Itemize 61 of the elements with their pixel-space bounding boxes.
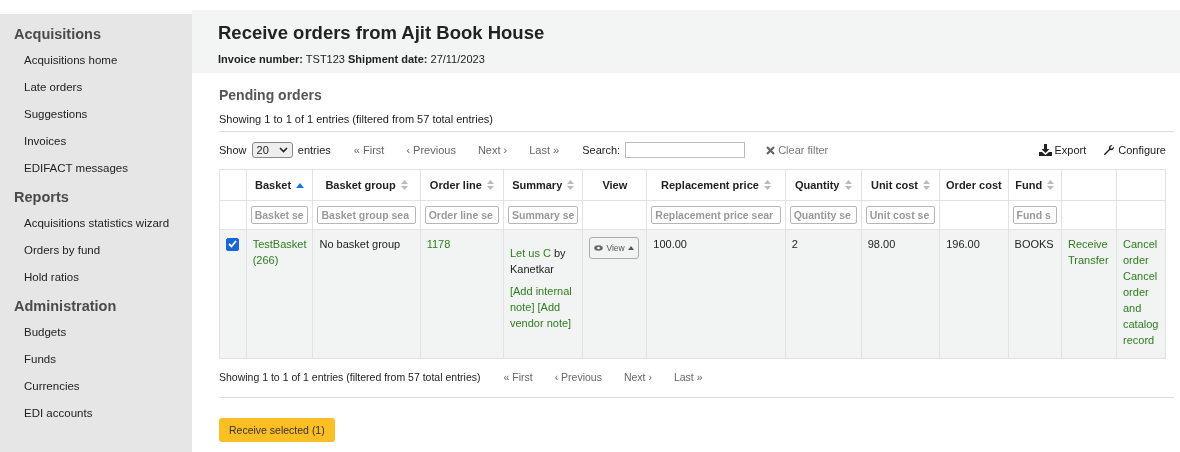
pagination-link[interactable]: ‹ Previous (554, 371, 602, 383)
action-link[interactable]: Transfer (1068, 252, 1110, 268)
configure-link[interactable]: Configure (1103, 144, 1166, 156)
pagination-link[interactable]: « First (353, 144, 385, 156)
sidebar-link[interactable]: Funds (24, 353, 192, 365)
column-header[interactable]: View (602, 179, 628, 191)
close-icon (766, 145, 776, 155)
sidebar-heading: Acquisitions (14, 26, 102, 42)
column-header[interactable]: Fund (1015, 179, 1043, 191)
wrench-icon (1103, 144, 1116, 156)
action-link[interactable]: Receive (1068, 236, 1110, 252)
sidebar-heading: Administration (14, 298, 118, 314)
entries-info: Showing 1 to 1 of 1 entries (filtered from 57 total entries) (219, 371, 481, 383)
table-cell: 2 (791, 238, 798, 250)
pagination-link[interactable]: « First (503, 371, 533, 383)
entries-label: entries (297, 144, 331, 156)
pagination-link[interactable]: Last » (529, 144, 560, 156)
sidebar-link[interactable]: Acquisitions home (24, 54, 192, 66)
title-link[interactable]: Let us C (509, 247, 551, 259)
sidebar-link[interactable]: EDI accounts (24, 407, 192, 419)
sidebar-link[interactable]: EDIFACT messages (24, 162, 192, 174)
section-heading: Pending orders (219, 87, 323, 103)
table-cell: 100.00 (653, 238, 687, 250)
pagination-link[interactable]: ‹ Previous (406, 144, 456, 156)
sidebar-link[interactable]: Budgets (24, 326, 192, 338)
search-label: Search: (582, 144, 621, 156)
caret-up-icon (627, 246, 634, 250)
cancel-link[interactable]: Cancel order and catalog record (1123, 268, 1159, 348)
summary-text: Let us C by Kanetkar (509, 246, 567, 277)
sidebar-link[interactable]: Currencies (24, 380, 192, 392)
search-field[interactable] (625, 142, 746, 158)
invoice-details: Invoice number: TST123 Shipment date: 27/11/2023 (218, 53, 486, 65)
sidebar-link[interactable]: Invoices (24, 135, 192, 147)
receive-selected-button[interactable]: Receive selected (1) (219, 418, 335, 442)
table-cell: No basket group (319, 238, 401, 250)
export-link[interactable]: Export (1038, 144, 1087, 156)
sidebar-link[interactable]: Hold ratios (24, 271, 192, 283)
chevron-down-icon (278, 147, 288, 153)
table-cell: 196.00 (946, 238, 980, 250)
cancel-link[interactable]: Cancel order (1123, 236, 1159, 268)
sidebar-link[interactable]: Orders by fund (24, 244, 192, 256)
sidebar-link[interactable]: Acquisitions statistics wizard (24, 217, 192, 229)
view-dropdown-button[interactable]: View (589, 237, 639, 259)
pagination-link[interactable]: Next › (477, 144, 508, 156)
sidebar-heading: Reports (14, 189, 70, 205)
table-cell: 98.00 (867, 238, 896, 250)
row-checkbox[interactable] (226, 237, 239, 251)
order-line-link[interactable]: 1178 (426, 238, 451, 250)
eye-icon (594, 245, 604, 251)
show-label: Show (219, 144, 247, 156)
page-size-select[interactable]: 20 (251, 142, 293, 158)
sidebar-link[interactable]: Late orders (24, 81, 192, 93)
table-cell: BOOKS (1014, 238, 1054, 250)
sidebar-link[interactable]: Suggestions (24, 108, 192, 120)
notes-link[interactable]: [Add internal note] [Add vendor note] (509, 283, 577, 331)
pagination-link[interactable]: Next › (623, 371, 652, 383)
download-icon (1038, 144, 1052, 156)
pagination-link[interactable]: Last » (673, 371, 703, 383)
clear-filter-link[interactable]: Clear filter (766, 144, 829, 156)
page-title: Receive orders from Ajit Book House (218, 22, 546, 44)
entries-info: Showing 1 to 1 of 1 entries (filtered from 57 total entries) (219, 113, 494, 125)
